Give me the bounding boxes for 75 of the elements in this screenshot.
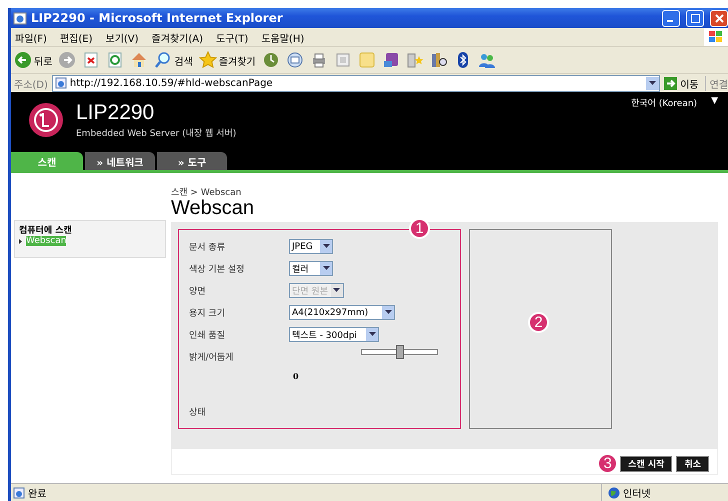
toolbar-label[interactable]: 뒤로 — [34, 52, 52, 68]
dropdown[interactable]: 텍스트 - 300dpi — [289, 327, 379, 342]
action-button[interactable]: 스캔 시작 — [620, 456, 672, 472]
callout-number: 2 — [528, 312, 549, 333]
arrow-right-icon — [664, 76, 678, 90]
page-icon — [13, 486, 25, 498]
toolbar-label[interactable]: 즐겨찾기 — [218, 52, 256, 68]
status-text: 완료 — [28, 488, 46, 500]
maximize-button[interactable] — [686, 10, 704, 26]
menu-item[interactable]: 편집(E) — [60, 30, 92, 44]
product-name: LIP2290 — [76, 102, 156, 124]
window-title: LIP2290 - Microsoft Internet Explorer — [31, 11, 284, 25]
nav-tab[interactable]: » 도구 — [157, 152, 227, 170]
status-label: 상태 — [189, 406, 207, 418]
language-selector[interactable]: 한국어 (Korean) — [631, 96, 698, 109]
field-label: 밝게/어둡게 — [189, 352, 234, 363]
page-icon — [54, 77, 67, 89]
people-icon[interactable] — [478, 51, 496, 69]
menu-item[interactable]: 파일(F) — [15, 30, 47, 44]
field-label: 색상 기본 설정 — [189, 264, 246, 275]
slider-track[interactable] — [361, 345, 438, 359]
slider-thumb[interactable] — [396, 345, 404, 359]
phone-star-icon[interactable] — [406, 51, 424, 69]
address-label: 주소(D) — [14, 78, 48, 90]
chevron-down-icon — [649, 80, 656, 86]
minimize-button[interactable] — [662, 10, 680, 26]
stop-icon[interactable] — [82, 51, 100, 69]
close-icon — [714, 14, 724, 22]
home-icon[interactable] — [130, 51, 148, 69]
links-label[interactable]: 연결 — [710, 76, 728, 90]
books-icon[interactable] — [430, 51, 448, 69]
nav-tab[interactable]: » 네트워크 — [85, 152, 155, 170]
star-icon[interactable] — [198, 51, 217, 69]
menu-item[interactable]: 도구(T) — [216, 30, 248, 44]
sidebar-title: 컴퓨터에 스캔 — [19, 224, 73, 236]
breadcrumb: 스캔 > Webscan — [171, 186, 242, 197]
field-label: 인쇄 품질 — [189, 330, 226, 341]
chevron-down-icon — [384, 310, 392, 315]
browser-icon — [13, 11, 27, 25]
page-heading: Webscan — [171, 197, 256, 221]
go-button[interactable]: 이동 — [664, 76, 706, 90]
document-icon[interactable] — [334, 51, 352, 69]
refresh-icon[interactable] — [106, 51, 124, 69]
maximize-icon — [690, 14, 700, 22]
language-caret[interactable]: ▼ — [711, 96, 718, 109]
menu-item[interactable]: 즐겨찾기(A) — [152, 30, 203, 44]
menu-item[interactable]: 도움말(H) — [261, 30, 304, 44]
callout-number: 1 — [409, 218, 430, 239]
field-label: 용지 크기 — [189, 308, 226, 319]
callout-number: 3 — [597, 453, 618, 474]
field-label: 문서 종류 — [189, 242, 226, 253]
zone-text: 인터넷 — [623, 488, 651, 500]
action-button[interactable]: 취소 — [676, 456, 709, 472]
windows-flag-icon — [708, 30, 724, 44]
globe-icon — [608, 486, 620, 498]
dropdown[interactable]: A4(210x297mm) — [289, 305, 395, 320]
clock-icon[interactable] — [262, 51, 280, 69]
menu-item[interactable]: 보기(V) — [106, 30, 139, 44]
slider-value: 0 — [293, 370, 300, 380]
dropdown[interactable]: 컬러 — [289, 261, 333, 276]
chevron-down-icon — [368, 332, 376, 337]
subtitle: Embedded Web Server (내장 웹 서버) — [76, 128, 236, 139]
dropdown-button[interactable] — [646, 76, 660, 90]
url-text: http://192.168.10.59/#hld-webscanPage — [70, 78, 273, 88]
field-label: 양면 — [189, 286, 207, 297]
dropdown[interactable]: JPEG — [289, 239, 333, 254]
search-icon[interactable] — [154, 51, 172, 69]
chevron-down-icon — [333, 288, 340, 293]
address-field[interactable]: http://192.168.10.59/#hld-webscanPage — [52, 74, 660, 92]
chevron-down-icon — [322, 244, 330, 249]
bullet-icon — [19, 238, 24, 244]
logo — [28, 102, 64, 138]
toolbar-label[interactable]: 검색 — [174, 52, 193, 68]
chevron-down-icon — [322, 266, 330, 271]
close-button[interactable] — [710, 10, 728, 26]
